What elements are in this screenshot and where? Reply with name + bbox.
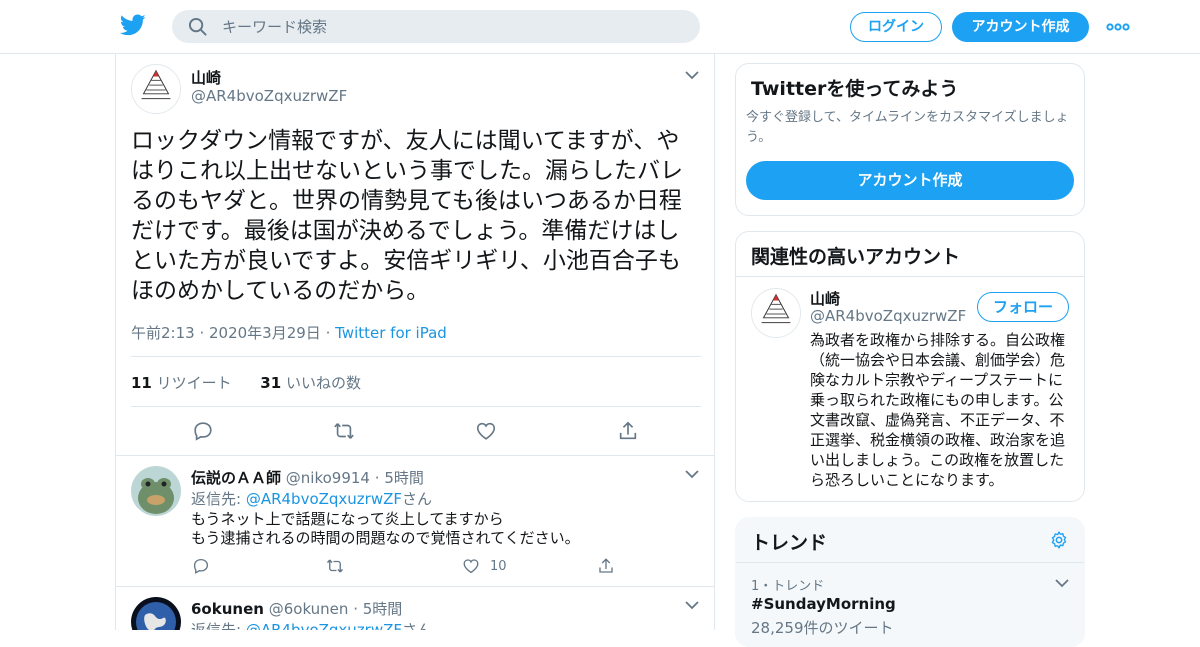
main-timeline: 山崎 @AR4bvoZqxuzrwZF ロックダウン情報ですが、友人には聞いてま… [115,54,715,630]
reply-text-line: もうネット上で話題になって炎上してますから [191,510,504,528]
tweet-text: ロックダウン情報ですが、友人には聞いてますが、やはりこれ以上出せないという事でし… [131,128,683,304]
account-bio: 為政者を政権から排除する。自公政権（統一協会や日本会議、創価学会）危険なカルト宗… [810,331,1066,489]
retweet-label: リツイート [156,374,232,392]
reply-to-line: 返信先: @AR4bvoZqxuzrwZFさん [191,488,432,509]
meta-separator: · [353,600,358,618]
reply-to-line: 返信先: @AR4bvoZqxuzrwZFさん [191,619,432,630]
retweet-stat[interactable]: 11 リツイート [131,374,232,392]
share-icon[interactable] [597,557,615,575]
divider [131,406,701,407]
reply-author-handle[interactable]: @6okunen [269,600,349,618]
chevron-down-icon[interactable] [1054,578,1070,588]
meta-separator: · [325,324,336,342]
reply-to-suffix: さん [402,621,433,630]
trend-name: #SundayMorning [751,595,896,613]
tweet-source-link[interactable]: Twitter for iPad [335,324,447,342]
pyramid-emblem-icon [752,289,800,337]
card-title: 関連性の高いアカウント [751,246,961,268]
divider [736,562,1084,563]
gear-icon[interactable] [1049,530,1069,550]
follow-button[interactable]: フォロー [977,292,1069,322]
reply-author-handle[interactable]: @niko9914 [286,469,370,487]
tweet-timestamp[interactable]: 午前2:13 · 2020年3月29日 [131,324,321,342]
card-description: 今すぐ登録して、タイムラインをカスタマイズしましょう。 [746,110,1069,145]
tweet-author-handle[interactable]: @AR4bvoZqxuzrwZF [191,87,347,105]
tweet-meta: 午前2:13 · 2020年3月29日 · Twitter for iPad [131,322,447,343]
reply-to-handle-link[interactable]: @AR4bvoZqxuzrwZF [246,621,402,630]
tweet-author-name[interactable]: 山崎 [191,67,221,88]
tweet-stats: 11 リツイート 31 いいねの数 [131,372,361,393]
reply-to-prefix: 返信先: [191,621,246,630]
like-heart-icon[interactable] [475,420,497,442]
reply-header: 伝説のＡＡ師 @niko9914 · 5時間 [191,467,424,488]
trend-meta: 1・トレンド [751,579,825,594]
account-handle[interactable]: @AR4bvoZqxuzrwZF [810,307,966,325]
reply-text: もうネット上で話題になって炎上してますから もう逮捕されるの時間の問題なので覚悟… [191,510,580,548]
search-bar[interactable] [172,10,700,43]
account-name[interactable]: 山崎 [810,288,840,309]
reply-author-name[interactable]: 6okunen [191,600,264,618]
like-stat[interactable]: 31 いいねの数 [260,374,361,392]
search-input[interactable] [222,10,682,43]
divider [116,586,714,587]
card-title: トレンド [751,532,828,554]
divider [131,356,701,357]
reply-to-suffix: さん [402,490,433,508]
top-bar: ログイン アカウント作成 [0,0,1200,54]
reply-timestamp[interactable]: 5時間 [384,469,424,487]
earth-avatar-icon [131,597,181,630]
related-accounts-card: 関連性の高いアカウント 山崎 @AR4bvoZqxuzrwZF フォロー 為政者… [735,231,1085,502]
divider [116,455,714,456]
like-label: いいねの数 [285,374,361,392]
reply-icon[interactable] [192,557,210,575]
signup-button[interactable]: アカウント作成 [952,12,1089,42]
retweet-count: 11 [131,374,152,392]
reply-like-count: 10 [490,559,507,574]
frog-avatar-icon [131,466,181,516]
try-twitter-card: Twitterを使ってみよう 今すぐ登録して、タイムラインをカスタマイズしましょ… [735,63,1085,216]
divider [736,276,1084,277]
reply-text-line: もう逮捕されるの時間の問題なので覚悟されてください。 [191,529,580,547]
pyramid-emblem-icon [132,65,180,113]
reply-to-prefix: 返信先: [191,490,246,508]
chevron-down-icon[interactable] [684,469,700,479]
avatar[interactable] [131,64,181,114]
login-button[interactable]: ログイン [850,12,942,42]
signup-button[interactable]: アカウント作成 [746,161,1074,200]
retweet-icon[interactable] [333,420,355,442]
more-options-icon[interactable] [1106,16,1130,38]
like-count: 31 [260,374,282,392]
reply-to-handle-link[interactable]: @AR4bvoZqxuzrwZF [246,490,402,508]
search-icon [188,17,207,36]
avatar[interactable] [751,288,801,338]
chevron-down-icon[interactable] [684,600,700,610]
retweet-icon[interactable] [326,557,344,575]
like-heart-icon[interactable] [462,557,480,575]
avatar[interactable] [131,466,181,516]
twitter-bird-logo[interactable] [120,12,146,38]
reply-author-name[interactable]: 伝説のＡＡ師 [191,469,281,487]
trend-tweet-count: 28,259件のツイート [751,619,894,637]
reply-header: 6okunen @6okunen · 5時間 [191,598,402,619]
card-title: Twitterを使ってみよう [751,78,959,100]
reply-icon[interactable] [192,420,214,442]
reply-timestamp[interactable]: 5時間 [363,600,403,618]
chevron-down-icon[interactable] [684,70,700,80]
share-icon[interactable] [617,420,639,442]
avatar[interactable] [131,597,181,630]
meta-separator: · [374,469,380,487]
trends-card: トレンド 1・トレンド #SundayMorning 28,259件のツイート [735,517,1085,647]
